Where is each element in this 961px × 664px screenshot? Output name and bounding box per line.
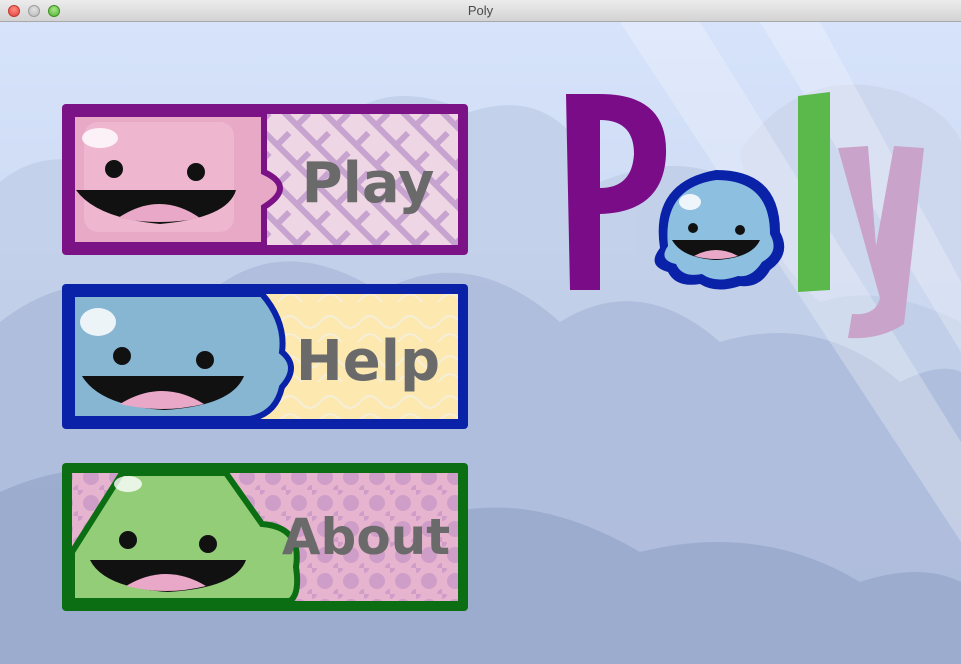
play-button[interactable]: Play <box>62 104 468 255</box>
green-triangle-right-eye <box>199 535 217 553</box>
play-button-label: Play <box>302 151 435 216</box>
help-button[interactable]: Help <box>62 284 468 429</box>
title-bar: Poly <box>0 0 961 22</box>
help-button-label: Help <box>296 329 440 394</box>
about-button-label: About <box>282 508 450 566</box>
pink-square-shine <box>82 128 118 148</box>
blue-blob-shine <box>80 308 116 336</box>
pink-square-left-eye <box>105 160 123 178</box>
blue-blob-left-eye <box>113 347 131 365</box>
pink-square-right-eye <box>187 163 205 181</box>
green-triangle-left-eye <box>119 531 137 549</box>
window-title: Poly <box>467 3 494 18</box>
logo-letter-l <box>798 92 830 292</box>
about-button[interactable]: About <box>62 463 468 611</box>
game-window: Poly Play Help About <box>0 0 961 664</box>
green-triangle-shine <box>114 476 142 492</box>
blue-blob-right-eye <box>196 351 214 369</box>
menu-canvas: Play Help About <box>0 22 961 664</box>
main-menu-scene: Play Help About <box>0 22 961 664</box>
